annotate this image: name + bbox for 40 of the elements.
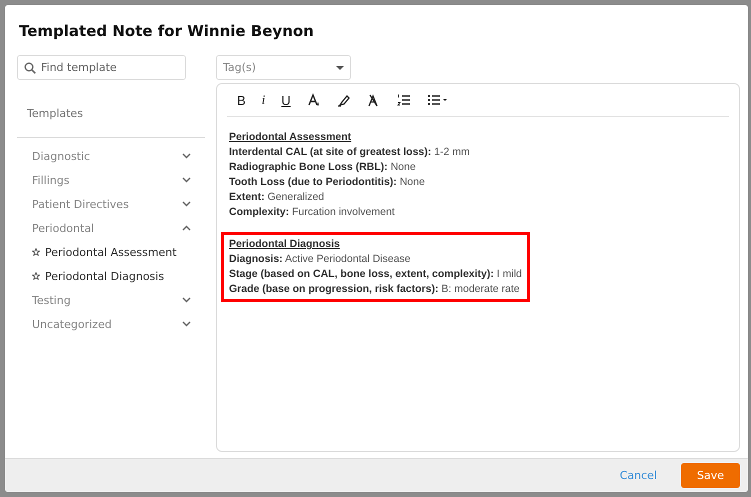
field-line: Extent: Generalized	[229, 190, 326, 205]
field-line: Radiographic Bone Loss (RBL): None	[229, 160, 417, 175]
field-line: Tooth Loss (due to Periodontitis): None	[229, 175, 426, 190]
dialog-title: Templated Note for Winnie Beynon	[18, 21, 315, 42]
field-line: Grade (base on progression, risk factors): B: moderate rate	[229, 282, 521, 297]
highlighter-icon[interactable]	[336, 93, 351, 107]
category-item[interactable]: Periodontal	[17, 216, 205, 240]
chevron-down-icon	[182, 201, 191, 207]
underline-button[interactable]: U	[275, 89, 297, 111]
category-item[interactable]: Uncategorized	[17, 312, 205, 336]
chevron-down-icon	[182, 321, 191, 327]
template-item[interactable]: Periodontal Diagnosis	[45, 270, 164, 282]
bullet-list-icon[interactable]	[426, 93, 448, 107]
star-icon	[32, 248, 40, 256]
caret-icon	[336, 66, 344, 70]
cancel-button[interactable]: Cancel	[610, 465, 667, 486]
category-item[interactable]: Testing	[17, 288, 205, 312]
category-item[interactable]: Fillings	[17, 168, 205, 192]
field-line: Complexity: Furcation involvement	[229, 205, 396, 220]
chevron-down-icon	[182, 297, 191, 303]
numbered-list-icon[interactable]	[396, 93, 411, 107]
search-field[interactable]: Find template	[17, 55, 186, 80]
font-color-icon[interactable]	[306, 93, 321, 107]
star-icon	[32, 272, 40, 280]
save-button[interactable]: Save	[681, 463, 740, 488]
bold-button[interactable]: B	[231, 89, 252, 111]
section-heading: Periodontal Diagnosis	[229, 237, 341, 252]
italic-button[interactable]: i	[256, 89, 272, 111]
category-item[interactable]: Diagnostic	[17, 144, 205, 168]
chevron-up-icon	[182, 225, 191, 231]
field-line: Diagnosis: Active Periodontal Disease	[229, 252, 412, 267]
chevron-down-icon	[182, 153, 191, 159]
category-item[interactable]: Patient Directives	[17, 192, 205, 216]
section-heading: Periodontal Assessment	[229, 130, 352, 145]
tags-dropdown[interactable]: Tag(s)	[216, 55, 351, 80]
template-item[interactable]: Periodontal Assessment	[45, 246, 177, 258]
chevron-down-icon	[182, 177, 191, 183]
section-label: Templates	[17, 80, 205, 138]
field-line: Interdental CAL (at site of greatest loss): 1-2 mm	[229, 145, 470, 160]
field-line: Stage (based on CAL, bone loss, extent, complexity): I mild	[229, 267, 522, 282]
